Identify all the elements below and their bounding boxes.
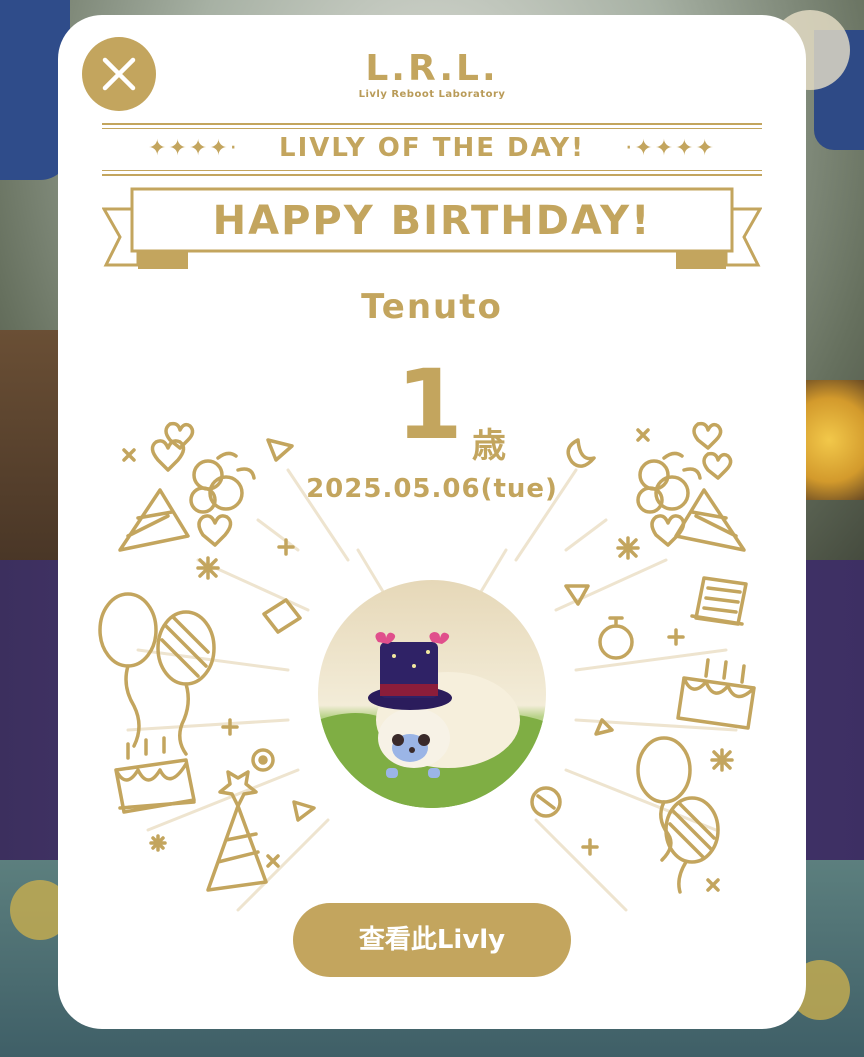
- cross-icon: [122, 448, 136, 462]
- party-hat-icon: [118, 488, 190, 552]
- logo-subtitle: Livly Reboot Laboratory: [358, 89, 506, 100]
- divider-mid-thin: [102, 170, 762, 171]
- cake-icon: [676, 676, 756, 730]
- heart-icon: [702, 451, 733, 480]
- plus-icon: [277, 538, 295, 556]
- heart-icon: [197, 514, 233, 547]
- asterisk-icon: [710, 748, 734, 772]
- asterisk-icon: [616, 536, 640, 560]
- cross-icon: [636, 428, 650, 442]
- balloon-icon: [636, 736, 692, 804]
- livly-portrait: [318, 580, 546, 808]
- heart-icon: [692, 421, 723, 450]
- logo-title: L.R.L.: [365, 48, 499, 89]
- divider-mid: [102, 174, 762, 176]
- cross-icon: [706, 878, 720, 892]
- divider-top: [102, 123, 762, 125]
- view-livly-button[interactable]: 查看此Livly: [293, 903, 571, 977]
- flower-icon: [189, 451, 256, 514]
- stars-right: ·✦✦✦✦: [625, 136, 716, 161]
- triangle-icon: [266, 438, 294, 462]
- top-hat-icon: [690, 576, 748, 626]
- happy-birthday-title: HAPPY BIRTHDAY!: [212, 198, 652, 244]
- star-icon: [218, 770, 258, 808]
- moon-icon: [566, 438, 596, 468]
- party-hat-icon: [206, 804, 268, 892]
- cross-icon: [266, 854, 280, 868]
- clock-icon: [598, 624, 634, 660]
- asterisk-icon: [196, 556, 220, 580]
- livly-name: Tenuto: [361, 287, 503, 327]
- triangle-icon: [564, 584, 590, 606]
- triangle-icon: [292, 800, 316, 822]
- birthday-dialog: L.R.L. Livly Reboot Laboratory ✦✦✦✦· LIV…: [58, 15, 806, 1029]
- balloon-icon: [98, 592, 158, 668]
- plus-icon: [667, 628, 685, 646]
- asterisk-icon: [149, 834, 167, 852]
- livly-avatar: [318, 580, 546, 808]
- divider-top-thin: [102, 128, 762, 129]
- lrl-logo: L.R.L. Livly Reboot Laboratory: [58, 49, 806, 101]
- flower-icon: [636, 451, 702, 514]
- plus-icon: [581, 838, 599, 856]
